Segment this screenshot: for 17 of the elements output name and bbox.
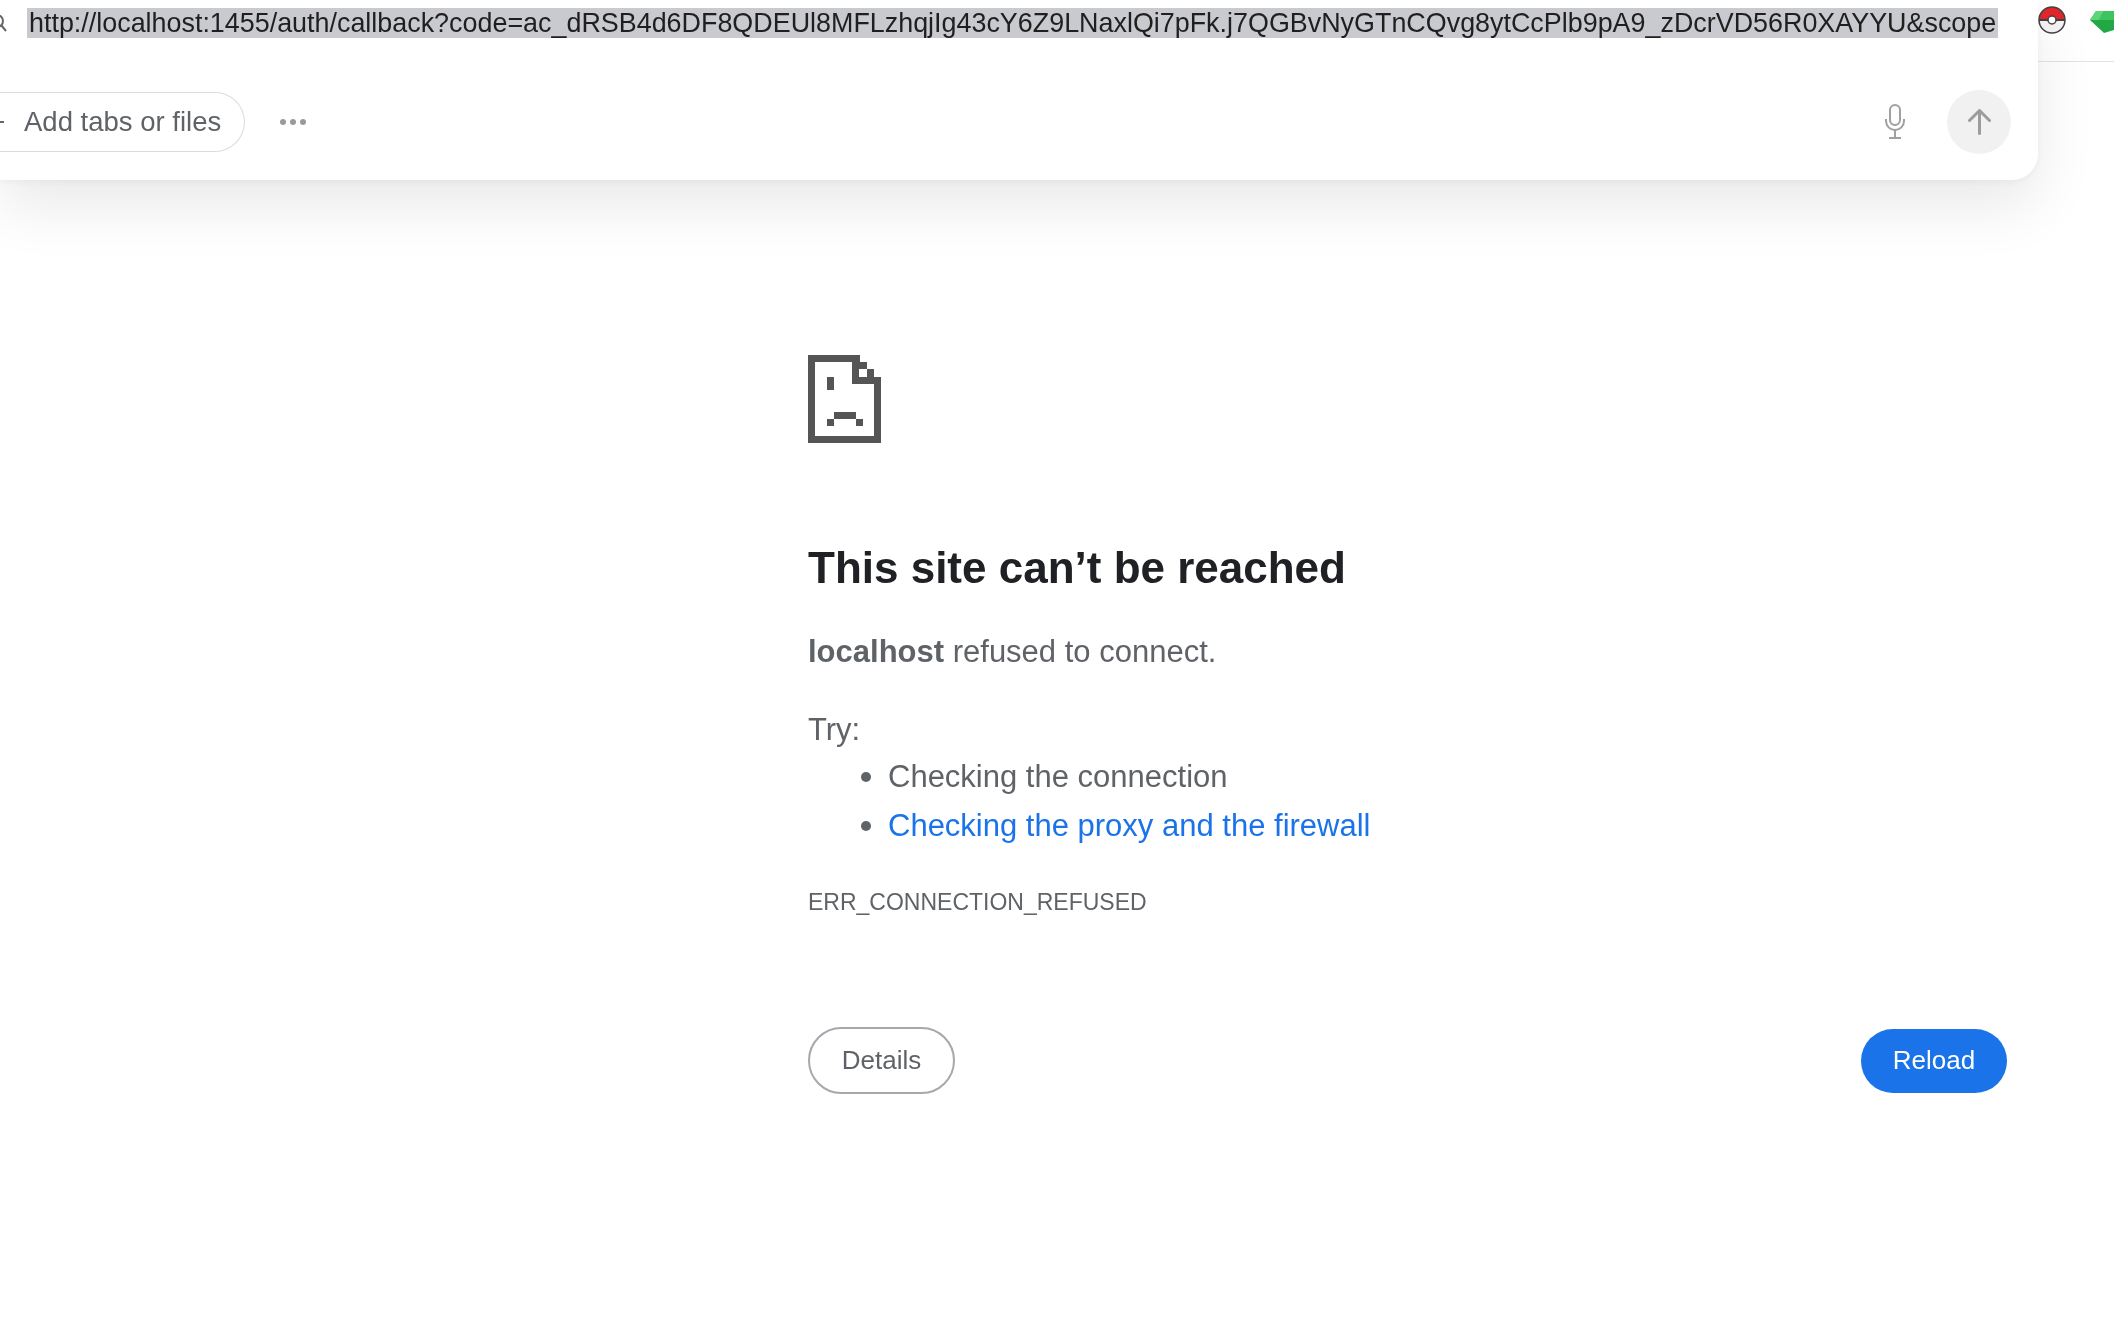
bullet-icon	[861, 820, 871, 831]
search-icon	[0, 14, 7, 32]
details-button[interactable]: Details	[808, 1027, 955, 1094]
suggestion-text: Checking the connection	[888, 757, 1228, 796]
more-icon[interactable]	[279, 118, 308, 126]
bullet-icon	[861, 771, 871, 782]
reload-button[interactable]: Reload	[1861, 1028, 2007, 1093]
add-tabs-button[interactable]: Add tabs or files	[0, 92, 246, 152]
sad-document-icon	[808, 355, 881, 443]
suggestion-link[interactable]: Checking the proxy and the firewall	[888, 805, 1371, 846]
ball-icon[interactable]	[2038, 6, 2066, 34]
suggestions-label: Try:	[808, 711, 861, 749]
up-arrow-icon	[1967, 109, 1991, 135]
error-heading: This site can’t be reached	[808, 542, 1346, 594]
microphone-icon[interactable]	[1884, 104, 1906, 140]
error-code: ERR_CONNECTION_REFUSED	[808, 888, 1147, 917]
error-message: localhost refused to connect.	[808, 633, 1217, 671]
